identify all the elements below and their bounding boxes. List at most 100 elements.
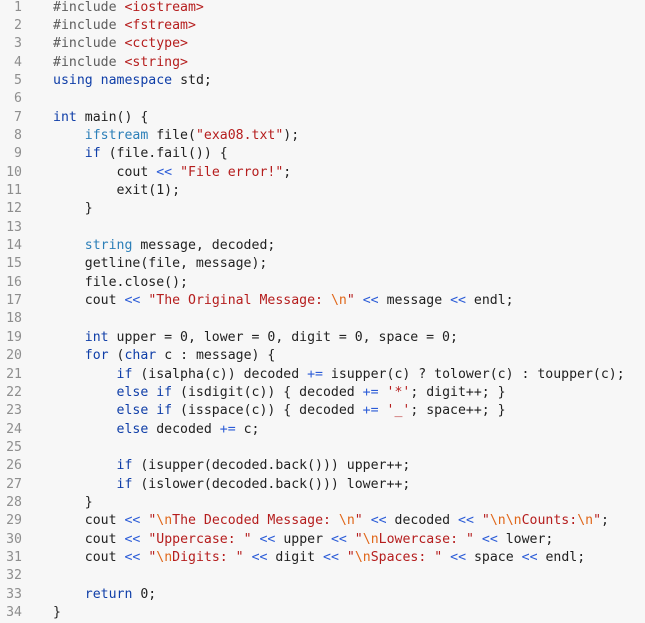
code-line[interactable]: 31 cout << "\nDigits: " << digit << "\nS… <box>0 549 645 567</box>
code-text: file.close(); <box>53 274 188 292</box>
line-number: 2 <box>14 17 22 33</box>
code-token: " <box>354 513 363 529</box>
code-text: int main() { <box>53 109 148 127</box>
code-line[interactable]: 8 ifstream file("exa08.txt"); <box>0 127 645 145</box>
code-token: endl; <box>537 550 586 565</box>
code-line[interactable]: 30 cout << "Uppercase: " << upper << "\n… <box>0 531 645 549</box>
code-line[interactable]: 1 #include <iostream> <box>0 0 645 17</box>
code-line[interactable]: 19 int upper = 0, lower = 0, digit = 0, … <box>0 329 645 347</box>
line-number: 9 <box>14 146 22 162</box>
code-token: \n <box>577 513 594 529</box>
code-line[interactable]: 20 for (char c : message) { <box>0 347 645 365</box>
code-text: #include <fstream> <box>53 17 196 35</box>
code-token: namespace <box>100 72 173 88</box>
code-token: \n <box>362 531 379 547</box>
code-line[interactable]: 16 file.close(); <box>0 274 645 292</box>
code-token: file( <box>148 127 196 143</box>
code-token: \n <box>338 513 355 529</box>
code-token: \n <box>330 293 347 309</box>
code-text: if (file.fail()) { <box>53 145 228 163</box>
code-token: \n <box>156 513 173 529</box>
code-line[interactable]: 18 <box>0 310 645 328</box>
code-line[interactable]: 14 string message, decoded; <box>0 237 645 255</box>
code-token: message, decoded; <box>132 238 276 254</box>
code-token: int <box>84 329 109 345</box>
code-text: #include <string> <box>53 54 188 72</box>
code-line[interactable]: 11 exit(1); <box>0 182 645 200</box>
code-token: lower; <box>497 531 554 547</box>
code-line[interactable]: 23 else if (isspace(c)) { decoded += '_'… <box>0 402 645 420</box>
code-token: += <box>307 366 323 382</box>
code-line[interactable]: 33 return 0; <box>0 586 645 604</box>
code-text: } <box>53 604 61 622</box>
code-token: \n\n <box>489 513 522 529</box>
code-line[interactable]: 3 #include <cctype> <box>0 35 645 53</box>
code-text: using namespace std; <box>53 72 212 90</box>
code-text: } <box>53 200 93 218</box>
code-text: cout << "\nDigits: " << digit << "\nSpac… <box>53 549 585 567</box>
code-token: char <box>124 348 157 364</box>
code-token: << <box>323 550 339 565</box>
code-line[interactable]: 25 <box>0 439 645 457</box>
code-token: string <box>84 238 133 254</box>
code-token: upper <box>275 531 331 547</box>
code-line[interactable]: 21 if (isalpha(c)) decoded += isupper(c)… <box>0 366 645 384</box>
code-line[interactable]: 15 getline(file, message); <box>0 255 645 273</box>
code-line[interactable]: 13 <box>0 219 645 237</box>
code-text: cout << "File error!"; <box>53 164 292 182</box>
line-number: 28 <box>6 494 22 510</box>
code-token: if <box>116 458 133 474</box>
code-line[interactable]: 6 <box>0 90 645 108</box>
code-line[interactable]: 4 #include <string> <box>0 54 645 72</box>
code-token: for <box>84 348 109 364</box>
code-line[interactable]: 17 cout << "The Original Message: \n" <<… <box>0 292 645 310</box>
line-number: 7 <box>14 109 22 125</box>
code-token: << <box>458 513 474 529</box>
code-token: (isdigit(c)) { decoded <box>172 384 363 400</box>
code-line[interactable]: 7 int main() { <box>0 109 645 127</box>
code-line[interactable]: 34} <box>0 604 645 622</box>
code-token: } <box>53 605 61 621</box>
code-line[interactable]: 5 using namespace std; <box>0 72 645 90</box>
code-line[interactable]: 12 } <box>0 200 645 218</box>
code-token: <string> <box>124 54 188 70</box>
line-number: 31 <box>6 550 22 565</box>
code-line[interactable]: 27 if (islower(decoded.back())) lower++; <box>0 476 645 494</box>
line-number: 11 <box>6 183 22 198</box>
code-line[interactable]: 28 } <box>0 494 645 512</box>
code-token: Digits: " <box>172 550 244 565</box>
line-number: 19 <box>6 329 22 345</box>
code-token: <iostream> <box>124 0 204 15</box>
code-token: else if <box>116 403 173 419</box>
code-text: if (isalpha(c)) decoded += isupper(c) ? … <box>53 366 625 384</box>
code-line[interactable]: 32 <box>0 567 645 585</box>
code-text: if (isupper(decoded.back())) upper++; <box>53 457 411 475</box>
code-token: return <box>84 586 133 602</box>
code-line[interactable]: 9 if (file.fail()) { <box>0 145 645 163</box>
code-line[interactable]: 2 #include <fstream> <box>0 17 645 35</box>
line-number: 32 <box>6 568 22 584</box>
code-token: decoded <box>148 421 220 437</box>
code-line[interactable]: 24 else decoded += c; <box>0 421 645 439</box>
line-number: 10 <box>6 164 22 180</box>
code-text: return 0; <box>53 586 156 604</box>
code-line[interactable]: 29 cout << "\nThe Decoded Message: \n" <… <box>0 512 645 530</box>
code-token: if <box>116 366 133 382</box>
code-token: } <box>53 494 93 510</box>
code-line[interactable]: 26 if (isupper(decoded.back())) upper++; <box>0 457 645 475</box>
code-token: ; <box>601 513 609 529</box>
code-token: decoded <box>386 513 459 529</box>
line-number: 33 <box>6 586 22 602</box>
code-token: #include <box>53 54 125 70</box>
code-line[interactable]: 22 else if (isdigit(c)) { decoded += '*'… <box>0 384 645 402</box>
code-editor[interactable]: 1 #include <iostream> 2 #include <fstream> 3… <box>0 0 645 623</box>
code-line[interactable]: 10 cout << "File error!"; <box>0 164 645 182</box>
